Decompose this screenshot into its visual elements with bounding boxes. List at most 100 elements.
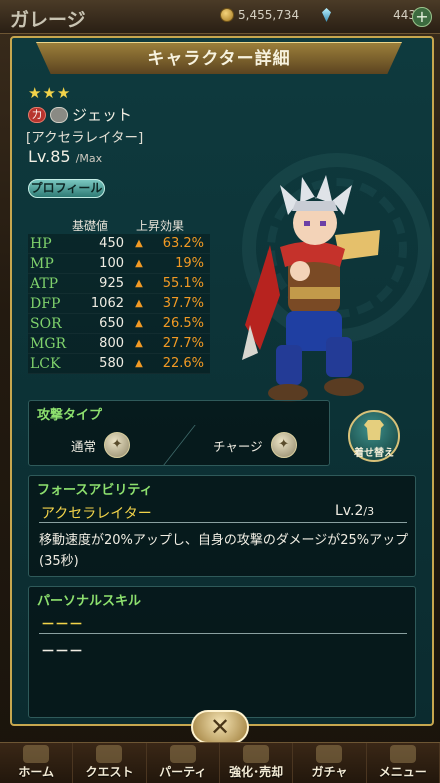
add-gems-button[interactable]: + bbox=[412, 7, 432, 27]
nav-item-5[interactable]: メニュー bbox=[367, 743, 440, 783]
attack-type-panel: 攻撃タイプ 通常 ✦ チャージ ✦ bbox=[28, 400, 330, 466]
gem-counter: 443 bbox=[322, 8, 416, 22]
character-name-row: 力 ジェット bbox=[28, 104, 132, 125]
garage-screen: ガレージ 5,455,734 443 + キャラクター詳細 ★★★ 力 ジェット… bbox=[0, 0, 440, 783]
stat-bonus: 19% bbox=[175, 256, 204, 271]
level-value: 85 bbox=[50, 147, 71, 166]
stat-value: 800 bbox=[99, 336, 124, 351]
nav-item-0[interactable]: ホーム bbox=[0, 743, 74, 783]
personal-skill-description: －－－ bbox=[41, 644, 83, 660]
stat-bonus: 37.7% bbox=[162, 296, 204, 311]
force-ability-panel: フォースアビリティ アクセラレイター Lv.2/3 移動速度が20%アップし、自… bbox=[28, 475, 416, 577]
dialog-title: キャラクター詳細 bbox=[147, 49, 291, 69]
stat-value: 450 bbox=[99, 236, 124, 251]
stat-key: DFP bbox=[30, 295, 61, 312]
stat-row-atp: ATP 925 ▲ 55.1% bbox=[28, 274, 210, 294]
nav-label: クエスト bbox=[85, 765, 134, 779]
up-arrow-icon: ▲ bbox=[135, 238, 143, 249]
dialog-header: キャラクター詳細 bbox=[36, 42, 402, 74]
nav-icon bbox=[389, 745, 416, 763]
coin-icon bbox=[220, 8, 234, 22]
up-arrow-icon: ▲ bbox=[135, 258, 143, 269]
stat-bonus: 26.5% bbox=[162, 316, 204, 331]
stat-bonus: 22.6% bbox=[162, 356, 204, 371]
personal-skill-panel: パーソナルスキル －－－ －－－ bbox=[28, 586, 416, 718]
force-level-prefix: Lv. bbox=[335, 503, 355, 519]
nav-item-3[interactable]: 強化･売却 bbox=[220, 743, 294, 783]
attack-normal: 通常 ✦ bbox=[71, 432, 131, 458]
gun-icon: ✦ bbox=[104, 432, 131, 458]
character-subtitle: [アクセラレイター] bbox=[26, 130, 144, 146]
level-max: /Max bbox=[75, 152, 103, 165]
stat-key: HP bbox=[30, 235, 52, 252]
stat-value: 100 bbox=[99, 256, 124, 271]
top-bar: ガレージ 5,455,734 443 + bbox=[0, 0, 440, 34]
nav-icon bbox=[23, 745, 50, 763]
element-tag: 力 bbox=[28, 106, 46, 123]
stat-bonus: 63.2% bbox=[162, 236, 204, 251]
change-outfit-button[interactable]: 着せ替え bbox=[348, 410, 400, 462]
nav-icon bbox=[96, 745, 123, 763]
personal-skill-name: －－－ bbox=[41, 617, 83, 633]
nav-icon bbox=[243, 745, 270, 763]
stat-key: LCK bbox=[30, 355, 61, 372]
outfit-icon bbox=[364, 420, 384, 440]
character-name: ジェット bbox=[72, 106, 133, 124]
nav-item-1[interactable]: クエスト bbox=[73, 743, 147, 783]
stat-row-dfp: DFP 1062 ▲ 37.7% bbox=[28, 294, 210, 314]
attack-type-divider bbox=[163, 425, 196, 465]
up-arrow-icon: ▲ bbox=[135, 298, 143, 309]
stat-row-sor: SOR 650 ▲ 26.5% bbox=[28, 314, 210, 334]
profile-button[interactable]: プロフィール bbox=[28, 179, 105, 198]
attack-type-label: 攻撃タイプ bbox=[37, 408, 103, 423]
stat-bonus: 55.1% bbox=[162, 276, 204, 291]
stat-row-mp: MP 100 ▲ 19% bbox=[28, 254, 210, 274]
change-outfit-label: 着せ替え bbox=[354, 448, 394, 459]
attack-charge-label: チャージ bbox=[213, 438, 263, 454]
stat-key: ATP bbox=[30, 275, 59, 292]
coin-value: 5,455,734 bbox=[238, 8, 300, 22]
gem-icon bbox=[322, 8, 331, 22]
force-divider bbox=[39, 522, 407, 523]
personal-divider bbox=[39, 633, 407, 634]
stat-key: MGR bbox=[30, 335, 67, 352]
weapon-type-icon bbox=[50, 106, 68, 123]
gun-icon: ✦ bbox=[270, 432, 297, 458]
screen-title: ガレージ bbox=[10, 9, 86, 31]
personal-skill-label: パーソナルスキル bbox=[37, 594, 142, 609]
character-level: Lv.85 /Max bbox=[28, 147, 102, 166]
stat-header-bonus: 上昇効果 bbox=[136, 219, 185, 233]
stat-table: HP 450 ▲ 63.2% MP 100 ▲ 19% ATP 925 ▲ 55.1% DFP 1062 ▲… bbox=[28, 234, 210, 374]
character-illustration bbox=[242, 175, 380, 402]
coin-counter: 5,455,734 bbox=[220, 8, 299, 22]
stat-row-mgr: MGR 800 ▲ 27.7% bbox=[28, 334, 210, 354]
nav-label: ホーム bbox=[18, 765, 54, 779]
stat-row-lck: LCK 580 ▲ 22.6% bbox=[28, 354, 210, 374]
nav-label: メニュー bbox=[378, 765, 427, 779]
stat-key: MP bbox=[30, 255, 54, 272]
stat-header-base: 基礎値 bbox=[72, 219, 109, 233]
nav-icon bbox=[169, 745, 196, 763]
force-ability-label: フォースアビリティ bbox=[37, 483, 153, 498]
nav-item-4[interactable]: ガチャ bbox=[293, 743, 367, 783]
stat-value: 650 bbox=[99, 316, 124, 331]
close-button[interactable]: ✕ bbox=[191, 710, 249, 744]
stat-key: SOR bbox=[30, 315, 62, 332]
stat-value: 580 bbox=[99, 356, 124, 371]
nav-item-2[interactable]: パーティ bbox=[147, 743, 220, 783]
character-detail-dialog: キャラクター詳細 ★★★ 力 ジェット [アクセラレイター] Lv.85 /Ma… bbox=[10, 36, 434, 726]
up-arrow-icon: ▲ bbox=[135, 338, 143, 349]
nav-label: パーティ bbox=[159, 765, 207, 779]
nav-label: 強化･売却 bbox=[229, 765, 284, 779]
bottom-nav: ホーム クエスト パーティ 強化･売却 ガチャ メニュー bbox=[0, 742, 440, 783]
force-ability-description: 移動速度が20%アップし、自身の攻撃のダメージが25%アップ(35秒) bbox=[39, 533, 409, 569]
nav-icon bbox=[316, 745, 343, 763]
stat-bonus: 27.7% bbox=[162, 336, 204, 351]
stat-row-hp: HP 450 ▲ 63.2% bbox=[28, 234, 210, 254]
attack-charge: チャージ ✦ bbox=[213, 432, 297, 458]
stat-value: 1062 bbox=[90, 296, 124, 311]
force-ability-name: アクセラレイター bbox=[41, 506, 152, 522]
force-level-max: /3 bbox=[363, 505, 375, 518]
level-prefix: Lv. bbox=[28, 147, 51, 166]
up-arrow-icon: ▲ bbox=[135, 318, 143, 329]
